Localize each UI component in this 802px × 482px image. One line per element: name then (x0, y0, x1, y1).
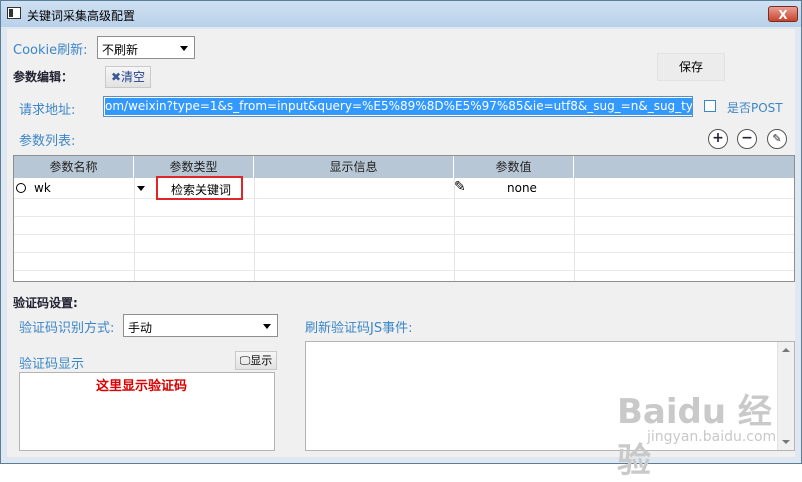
row-divider (14, 252, 794, 253)
captcha-section-label: 验证码设置: (13, 296, 78, 310)
close-button[interactable]: X (768, 6, 798, 22)
column-header-empty (574, 156, 794, 178)
param-type-cell[interactable]: 检索关键词 (171, 181, 231, 198)
monitor-icon: 🖵 (239, 354, 251, 367)
dialog-body: Cookie刷新: 不刷新 保存 参数编辑： ✖清空 请求地址: om/weix… (7, 29, 795, 481)
column-header[interactable]: 显示信息 (254, 156, 454, 178)
cookie-select[interactable]: 不刷新 (97, 36, 195, 59)
request-url-label: 请求地址: (19, 103, 76, 118)
window-title: 关键词采集高级配置 (27, 9, 136, 23)
cookie-label: Cookie刷新: (13, 43, 88, 58)
row-divider (14, 198, 794, 199)
row-divider (14, 234, 794, 235)
remove-icon[interactable]: − (737, 129, 757, 149)
row-divider (14, 216, 794, 217)
row-divider (14, 270, 794, 271)
chevron-down-icon[interactable] (137, 186, 145, 191)
captcha-method-value: 手动 (128, 321, 153, 335)
param-list-label: 参数列表: (19, 134, 76, 149)
scroll-up-icon[interactable] (782, 348, 790, 352)
table-header: 参数名称 参数类型 显示信息 参数值 (14, 156, 794, 178)
request-url-input[interactable]: om/weixin?type=1&s_from=input&query=%E5%… (103, 96, 693, 117)
captcha-placeholder: 这里显示验证码 (96, 379, 188, 394)
row-radio[interactable] (16, 183, 26, 193)
table-row[interactable]: wk 检索关键词 ✎ none (14, 176, 794, 200)
x-icon: ✖ (110, 70, 122, 84)
clear-button-label: 清空 (121, 70, 146, 84)
clear-button[interactable]: ✖清空 (105, 66, 151, 88)
captcha-method-select[interactable]: 手动 (123, 314, 278, 337)
column-header[interactable]: 参数类型 (134, 156, 254, 178)
param-edit-label: 参数编辑： (13, 70, 74, 84)
title-bar[interactable]: 关键词采集高级配置 X (1, 1, 801, 27)
refresh-js-label: 刷新验证码JS事件: (305, 321, 413, 336)
chevron-down-icon (263, 324, 271, 329)
save-button[interactable]: 保存 (657, 53, 725, 81)
add-icon[interactable]: + (708, 129, 728, 149)
window-icon (7, 7, 21, 19)
cookie-select-value: 不刷新 (102, 43, 139, 57)
column-header[interactable]: 参数名称 (14, 156, 134, 178)
param-value-cell[interactable]: none (507, 181, 537, 195)
param-name-cell[interactable]: wk (34, 181, 51, 195)
baidu-watermark-url: jingyan.baidu.com (647, 429, 777, 445)
captcha-display-label: 验证码显示 (19, 357, 85, 372)
captcha-display-box: 这里显示验证码 (19, 372, 275, 451)
param-table: 参数名称 参数类型 显示信息 参数值 wk 检索关键词 ✎ none (13, 155, 795, 282)
post-checkbox[interactable] (704, 100, 716, 112)
dialog-window: 关键词采集高级配置 X Cookie刷新: 不刷新 保存 参数编辑： ✖清空 请… (0, 0, 802, 481)
show-captcha-label: 显示 (250, 354, 273, 367)
captcha-method-label: 验证码识别方式: (19, 321, 115, 336)
show-captcha-button[interactable]: 🖵显示 (235, 351, 277, 370)
request-url-value: om/weixin?type=1&s_from=input&query=%E5%… (105, 98, 692, 115)
chevron-down-icon (180, 46, 188, 51)
edit-icon[interactable]: ✎ (767, 129, 787, 149)
post-label: 是否POST (727, 101, 783, 115)
column-header[interactable]: 参数值 (454, 156, 574, 178)
pencil-icon[interactable]: ✎ (454, 179, 466, 195)
